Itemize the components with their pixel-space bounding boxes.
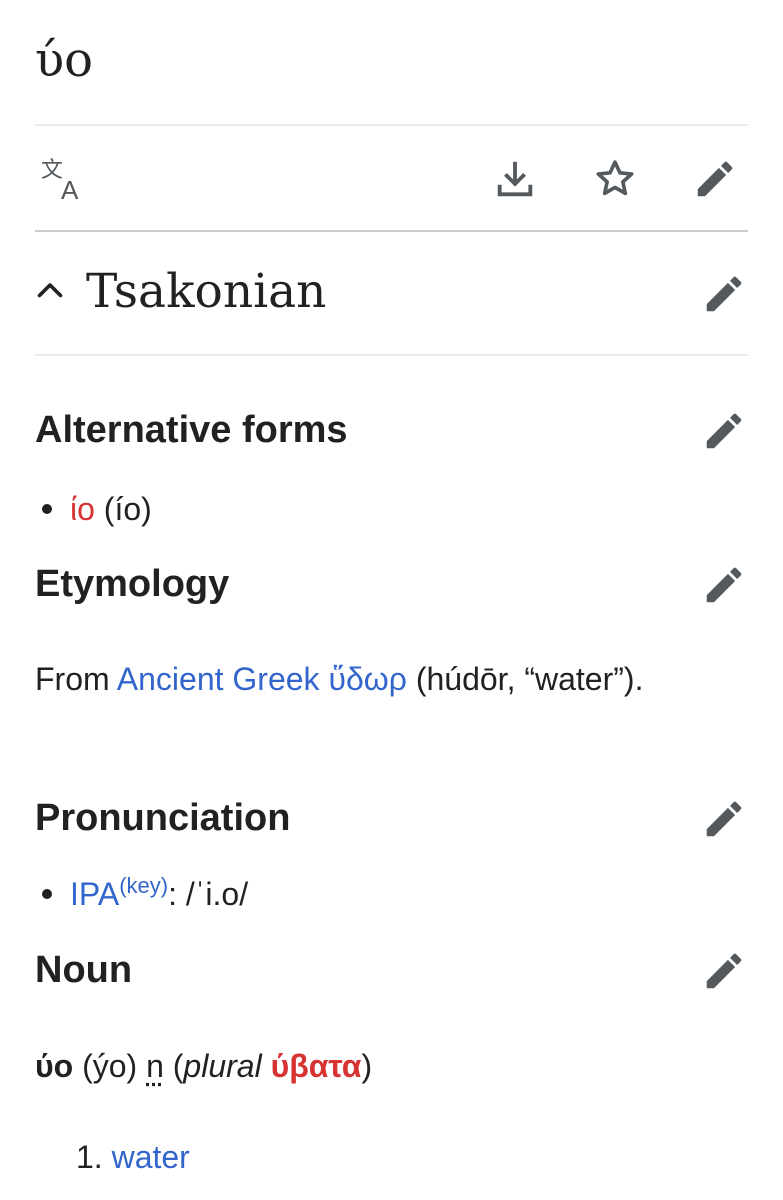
language-button[interactable]: 文 A (41, 155, 89, 203)
edit-alternative-forms-button[interactable] (700, 407, 748, 455)
plural-label: plural (183, 1048, 262, 1084)
list-item: ίο (ío) (70, 489, 152, 529)
pencil-icon (701, 796, 747, 842)
edit-section-tsakonian-button[interactable] (700, 270, 748, 318)
svg-text:文: 文 (41, 158, 63, 183)
plural-form-link[interactable]: ύβατα (271, 1048, 362, 1084)
ipa-value: : /ˈi.o/ (168, 876, 249, 912)
ipa-link[interactable]: IPA (70, 876, 119, 912)
chevron-up-icon (32, 273, 68, 314)
download-icon (492, 156, 538, 202)
noun-headword-line: ύο (ýo) n (plural ύβατα) (35, 1046, 372, 1086)
page-title: ύο (35, 32, 94, 88)
source-word-link[interactable]: ὕδωρ (328, 661, 407, 697)
edit-etymology-button[interactable] (700, 561, 748, 609)
heading-noun: Noun (35, 949, 133, 991)
alt-form-link[interactable]: ίο (70, 491, 95, 527)
translate-icon: 文 A (41, 155, 89, 203)
noun-gender: n (146, 1048, 164, 1084)
edit-page-button[interactable] (692, 156, 738, 202)
definition-number: 1. (76, 1139, 103, 1175)
ipa-key-link[interactable]: (key) (119, 873, 168, 898)
section-divider (35, 354, 748, 356)
edit-noun-button[interactable] (700, 947, 748, 995)
etymology-prefix: From (35, 661, 117, 697)
svg-text:A: A (61, 175, 79, 203)
title-divider (35, 124, 748, 126)
pencil-icon (692, 156, 738, 202)
heading-pronunciation: Pronunciation (35, 797, 291, 839)
heading-etymology: Etymology (35, 563, 230, 605)
etymology-gloss: (húdōr, “water”). (406, 661, 644, 697)
star-icon (592, 156, 638, 202)
noun-translit: (ýo) (73, 1048, 147, 1084)
list-bullet (42, 504, 52, 514)
edit-pronunciation-button[interactable] (700, 795, 748, 843)
ipa-line: IPA(key): /ˈi.o/ (70, 873, 249, 918)
pencil-icon (701, 408, 747, 454)
etymology-text: From Ancient Greek ὕδωρ (húdōr, “water”)… (35, 659, 643, 699)
pencil-icon (701, 948, 747, 994)
definition-link[interactable]: water (112, 1139, 190, 1175)
ancient-greek-link[interactable]: Ancient Greek (117, 661, 320, 697)
alt-form-translit: (ío) (103, 491, 152, 527)
watch-button[interactable] (592, 156, 638, 202)
pencil-icon (701, 271, 747, 317)
plural-close: ) (361, 1048, 373, 1084)
section-toggle[interactable] (32, 268, 72, 318)
plural-space (262, 1048, 271, 1084)
plural-open: ( (163, 1048, 184, 1084)
heading-alternative-forms: Alternative forms (35, 409, 348, 451)
pencil-icon (701, 562, 747, 608)
download-button[interactable] (492, 156, 538, 202)
section-heading-tsakonian: Tsakonian (86, 264, 327, 319)
list-bullet (42, 889, 52, 899)
toolbar-divider (35, 230, 748, 232)
definition-item: 1. water (76, 1137, 190, 1177)
noun-headword: ύο (35, 1048, 74, 1084)
